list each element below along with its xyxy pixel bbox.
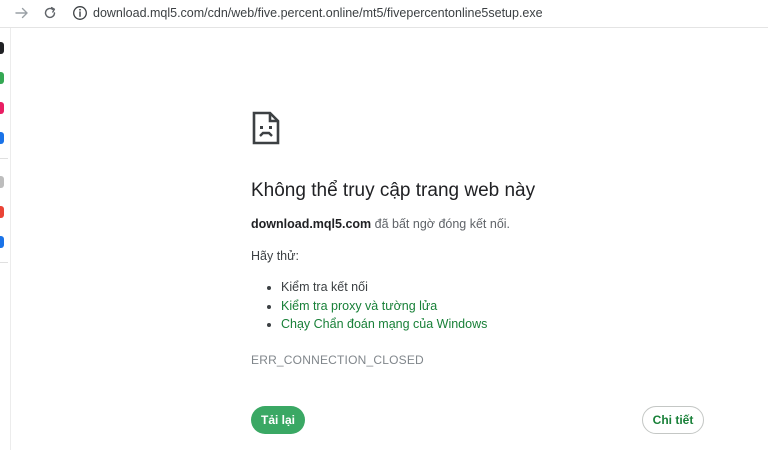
- forward-button[interactable]: [12, 3, 32, 23]
- suggestion-network-diagnostics-link[interactable]: Chạy Chẩn đoán mạng của Windows: [281, 317, 487, 331]
- browser-window: download.mql5.com/cdn/web/five.percent.o…: [0, 0, 768, 450]
- error-description: download.mql5.com đã bất ngờ đóng kết nố…: [251, 217, 510, 231]
- error-code: ERR_CONNECTION_CLOSED: [251, 353, 424, 367]
- reload-button[interactable]: [40, 3, 60, 23]
- suggestion-check-connection: Kiểm tra kết nối: [281, 280, 368, 294]
- sidebar: [0, 28, 11, 450]
- sidebar-app-icon[interactable]: [0, 206, 4, 218]
- sidebar-divider: [0, 262, 8, 263]
- address-bar: download.mql5.com/cdn/web/five.percent.o…: [0, 0, 768, 28]
- reload-icon: [43, 6, 57, 20]
- reload-page-button[interactable]: Tải lại: [251, 406, 305, 434]
- error-host: download.mql5.com: [251, 217, 372, 231]
- sidebar-app-icon[interactable]: [0, 102, 4, 114]
- sad-page-icon: [251, 110, 281, 146]
- arrow-right-icon: [15, 6, 29, 20]
- sidebar-app-icon[interactable]: [0, 132, 4, 144]
- suggestion-check-proxy-link[interactable]: Kiểm tra proxy và tường lửa: [281, 299, 437, 313]
- site-info-icon[interactable]: [72, 5, 88, 21]
- error-message: đã bất ngờ đóng kết nối.: [374, 217, 511, 231]
- url-text[interactable]: download.mql5.com/cdn/web/five.percent.o…: [93, 5, 543, 21]
- list-item: Kiểm tra proxy và tường lửa: [281, 297, 487, 316]
- details-button[interactable]: Chi tiết: [642, 406, 704, 434]
- error-page: Không thể truy cập trang web này downloa…: [11, 28, 768, 450]
- list-item: Kiểm tra kết nối: [281, 278, 487, 297]
- list-item: Chạy Chẩn đoán mạng của Windows: [281, 315, 487, 334]
- suggestion-list: Kiểm tra kết nối Kiểm tra proxy và tường…: [251, 278, 487, 334]
- sidebar-app-icon[interactable]: [0, 176, 4, 188]
- try-label: Hãy thử:: [251, 249, 299, 263]
- sidebar-app-icon[interactable]: [0, 236, 4, 248]
- sidebar-app-icon[interactable]: [0, 72, 4, 84]
- sidebar-divider: [0, 158, 8, 159]
- error-title: Không thể truy cập trang web này: [251, 180, 536, 201]
- sidebar-app-icon[interactable]: [0, 42, 4, 54]
